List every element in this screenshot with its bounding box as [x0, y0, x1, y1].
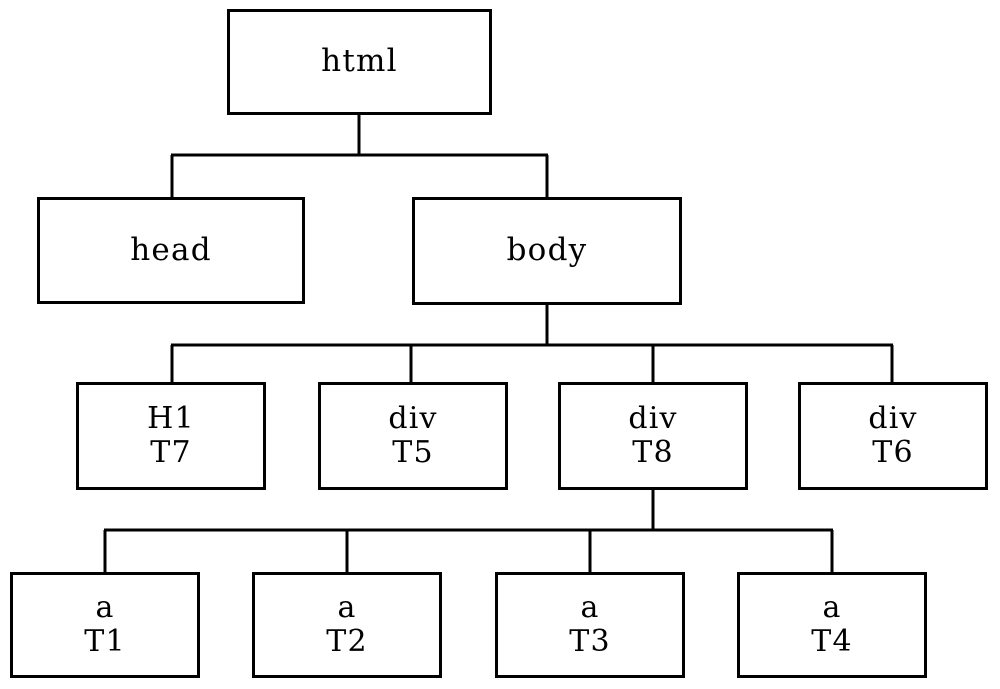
connector-body-to-children	[170, 305, 894, 382]
node-div-t6-tag: div	[868, 400, 918, 436]
node-a-t3-tag: a	[580, 589, 600, 625]
node-a-t1-tag: a	[95, 589, 115, 625]
node-body-tag: body	[506, 232, 588, 269]
node-h1-t7[interactable]: H1 T7	[76, 382, 266, 490]
node-a-t1-text: T1	[84, 624, 126, 659]
node-h1-t7-text: T7	[150, 435, 192, 470]
node-div-t8[interactable]: div T8	[558, 382, 748, 490]
node-h1-t7-tag: H1	[147, 400, 195, 436]
node-a-t4-tag: a	[822, 589, 842, 625]
node-a-t3-text: T3	[569, 624, 611, 659]
node-a-t2-text: T2	[326, 624, 368, 659]
node-head-tag: head	[130, 231, 212, 268]
node-a-t2[interactable]: a T2	[252, 572, 442, 678]
node-html[interactable]: html	[227, 9, 492, 115]
node-html-tag: html	[321, 43, 398, 80]
node-div-t6-text: T6	[872, 435, 914, 470]
node-a-t4-text: T4	[811, 624, 853, 659]
node-body[interactable]: body	[412, 197, 682, 305]
node-a-t3[interactable]: a T3	[495, 572, 685, 678]
connector-html-to-children	[170, 115, 549, 197]
node-div-t5-text: T5	[392, 435, 434, 470]
node-div-t5[interactable]: div T5	[318, 382, 508, 490]
node-a-t1[interactable]: a T1	[10, 572, 200, 678]
node-div-t8-tag: div	[628, 400, 678, 436]
node-a-t2-tag: a	[337, 589, 357, 625]
node-div-t8-text: T8	[632, 435, 674, 470]
node-head[interactable]: head	[37, 197, 305, 304]
node-div-t5-tag: div	[388, 400, 438, 436]
connector-div-t8-to-children	[103, 490, 834, 572]
node-div-t6[interactable]: div T6	[798, 382, 988, 490]
dom-tree-diagram: html head body H1 T7 div T5 div T8 div T…	[0, 0, 1000, 689]
node-a-t4[interactable]: a T4	[737, 572, 927, 678]
